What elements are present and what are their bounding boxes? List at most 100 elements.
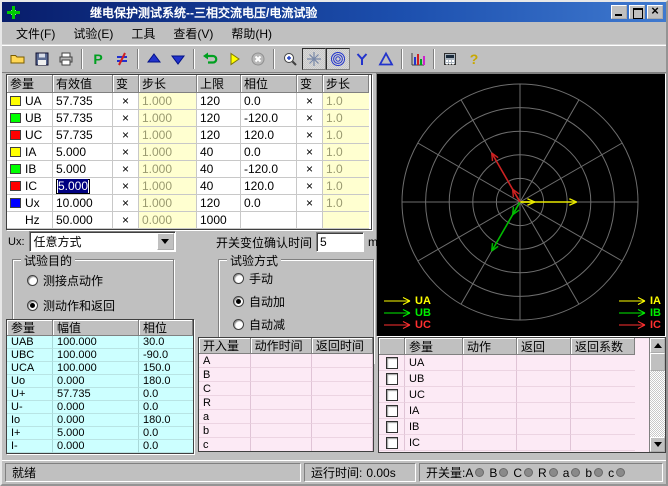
- ua-var2-cell[interactable]: ×: [297, 93, 323, 110]
- ia-step2-cell[interactable]: 1.0: [323, 144, 369, 161]
- scroll-down-button[interactable]: [650, 437, 665, 452]
- start-test-button[interactable]: [222, 48, 246, 70]
- menu-help[interactable]: 帮助(H): [223, 23, 280, 44]
- ic-value-edit-field[interactable]: 5.000: [56, 179, 90, 194]
- ux-var2-cell[interactable]: ×: [297, 195, 323, 212]
- vertical-scrollbar[interactable]: [649, 338, 665, 452]
- radio-auto-decrease-label[interactable]: 自动减: [249, 316, 285, 333]
- maximize-button[interactable]: [629, 5, 645, 19]
- uc-var1-cell[interactable]: ×: [113, 127, 139, 144]
- ua-step1-cell[interactable]: 1.000: [139, 93, 197, 110]
- menu-tools[interactable]: 工具: [123, 23, 163, 44]
- ia-phase-cell[interactable]: 0.0: [241, 144, 297, 161]
- radio-contact-action-label[interactable]: 测接点动作: [43, 272, 103, 289]
- ib-value-cell[interactable]: 5.000: [53, 161, 113, 178]
- dropdown-button[interactable]: [157, 233, 174, 250]
- ib-step2-cell[interactable]: 1.0: [323, 161, 369, 178]
- delta-connection-button[interactable]: [374, 48, 398, 70]
- ic-phase-cell[interactable]: 120.0: [241, 178, 297, 195]
- close-button[interactable]: [647, 5, 663, 19]
- radio-action-and-return[interactable]: [27, 300, 38, 311]
- ub-limit-cell[interactable]: 120: [197, 110, 241, 127]
- minimize-button[interactable]: [611, 5, 627, 19]
- axes-view-button[interactable]: [302, 48, 326, 70]
- ic-value-cell[interactable]: 5.000: [53, 178, 113, 195]
- ic-limit-cell[interactable]: 40: [197, 178, 241, 195]
- menu-file[interactable]: 文件(F): [8, 23, 63, 44]
- scroll-track[interactable]: [650, 371, 665, 437]
- ia-step1-cell[interactable]: 1.000: [139, 144, 197, 161]
- polar-view-button[interactable]: [326, 48, 350, 70]
- ux-phase-cell[interactable]: 0.0: [241, 195, 297, 212]
- radio-manual-label[interactable]: 手动: [249, 270, 273, 287]
- radio-contact-action[interactable]: [27, 275, 38, 286]
- menu-test[interactable]: 试验(E): [65, 23, 121, 44]
- ux-mode-select[interactable]: 任意方式: [29, 231, 176, 252]
- hz-step1-cell[interactable]: 0.000: [139, 212, 197, 229]
- uc-value-cell[interactable]: 57.735: [53, 127, 113, 144]
- ib-var2-cell[interactable]: ×: [297, 161, 323, 178]
- ia-checkbox[interactable]: [386, 405, 398, 417]
- ia-value-cell[interactable]: 5.000: [53, 144, 113, 161]
- hz-value-cell[interactable]: 50.000: [53, 212, 113, 229]
- ub-phase-cell[interactable]: -120.0: [241, 110, 297, 127]
- phase-sequence-button[interactable]: [110, 48, 134, 70]
- ib-checkbox[interactable]: [386, 421, 398, 433]
- ub-var1-cell[interactable]: ×: [113, 110, 139, 127]
- step-down-button[interactable]: [166, 48, 190, 70]
- ux-step2-cell[interactable]: 1.0: [323, 195, 369, 212]
- wye-connection-button[interactable]: [350, 48, 374, 70]
- ux-limit-cell[interactable]: 120: [197, 195, 241, 212]
- ub-var2-cell[interactable]: ×: [297, 110, 323, 127]
- uc-limit-cell[interactable]: 120: [197, 127, 241, 144]
- ux-value-cell[interactable]: 10.000: [53, 195, 113, 212]
- stop-test-button[interactable]: [246, 48, 270, 70]
- step-up-button[interactable]: [142, 48, 166, 70]
- zoom-button[interactable]: [278, 48, 302, 70]
- ia-var1-cell[interactable]: ×: [113, 144, 139, 161]
- scroll-thumb[interactable]: [650, 353, 665, 371]
- ia-var2-cell[interactable]: ×: [297, 144, 323, 161]
- hz-phase-cell[interactable]: [241, 212, 297, 229]
- hz-step2-cell[interactable]: [323, 212, 369, 229]
- ua-var1-cell[interactable]: ×: [113, 93, 139, 110]
- uc-var2-cell[interactable]: ×: [297, 127, 323, 144]
- ib-limit-cell[interactable]: 40: [197, 161, 241, 178]
- calculator-button[interactable]: [438, 48, 462, 70]
- ub-step2-cell[interactable]: 1.0: [323, 110, 369, 127]
- ub-checkbox[interactable]: [386, 373, 398, 385]
- uc-step2-cell[interactable]: 1.0: [323, 127, 369, 144]
- radio-manual[interactable]: [233, 273, 244, 284]
- radio-action-and-return-label[interactable]: 测动作和返回: [43, 297, 115, 314]
- ia-limit-cell[interactable]: 40: [197, 144, 241, 161]
- radio-auto-decrease[interactable]: [233, 319, 244, 330]
- uc-checkbox[interactable]: [386, 389, 398, 401]
- save-button[interactable]: [30, 48, 54, 70]
- p-marker-button[interactable]: P: [86, 48, 110, 70]
- open-button[interactable]: [6, 48, 30, 70]
- ub-value-cell[interactable]: 57.735: [53, 110, 113, 127]
- hz-var2-cell[interactable]: [297, 212, 323, 229]
- uc-step1-cell[interactable]: 1.000: [139, 127, 197, 144]
- ub-step1-cell[interactable]: 1.000: [139, 110, 197, 127]
- ua-phase-cell[interactable]: 0.0: [241, 93, 297, 110]
- help-button[interactable]: ?: [462, 48, 486, 70]
- ib-step1-cell[interactable]: 1.000: [139, 161, 197, 178]
- print-button[interactable]: [54, 48, 78, 70]
- ux-step1-cell[interactable]: 1.000: [139, 195, 197, 212]
- radio-auto-increase-label[interactable]: 自动加: [249, 293, 285, 310]
- confirm-time-input[interactable]: 5: [316, 232, 364, 252]
- hz-limit-cell[interactable]: 1000: [197, 212, 241, 229]
- undo-button[interactable]: [198, 48, 222, 70]
- ib-var1-cell[interactable]: ×: [113, 161, 139, 178]
- ua-checkbox[interactable]: [386, 357, 398, 369]
- radio-auto-increase[interactable]: [233, 296, 244, 307]
- ic-var2-cell[interactable]: ×: [297, 178, 323, 195]
- ua-limit-cell[interactable]: 120: [197, 93, 241, 110]
- ic-var1-cell[interactable]: ×: [113, 178, 139, 195]
- ic-checkbox[interactable]: [386, 437, 398, 449]
- ic-step2-cell[interactable]: 1.0: [323, 178, 369, 195]
- ua-value-cell[interactable]: 57.735: [53, 93, 113, 110]
- waveform-button[interactable]: [406, 48, 430, 70]
- uc-phase-cell[interactable]: 120.0: [241, 127, 297, 144]
